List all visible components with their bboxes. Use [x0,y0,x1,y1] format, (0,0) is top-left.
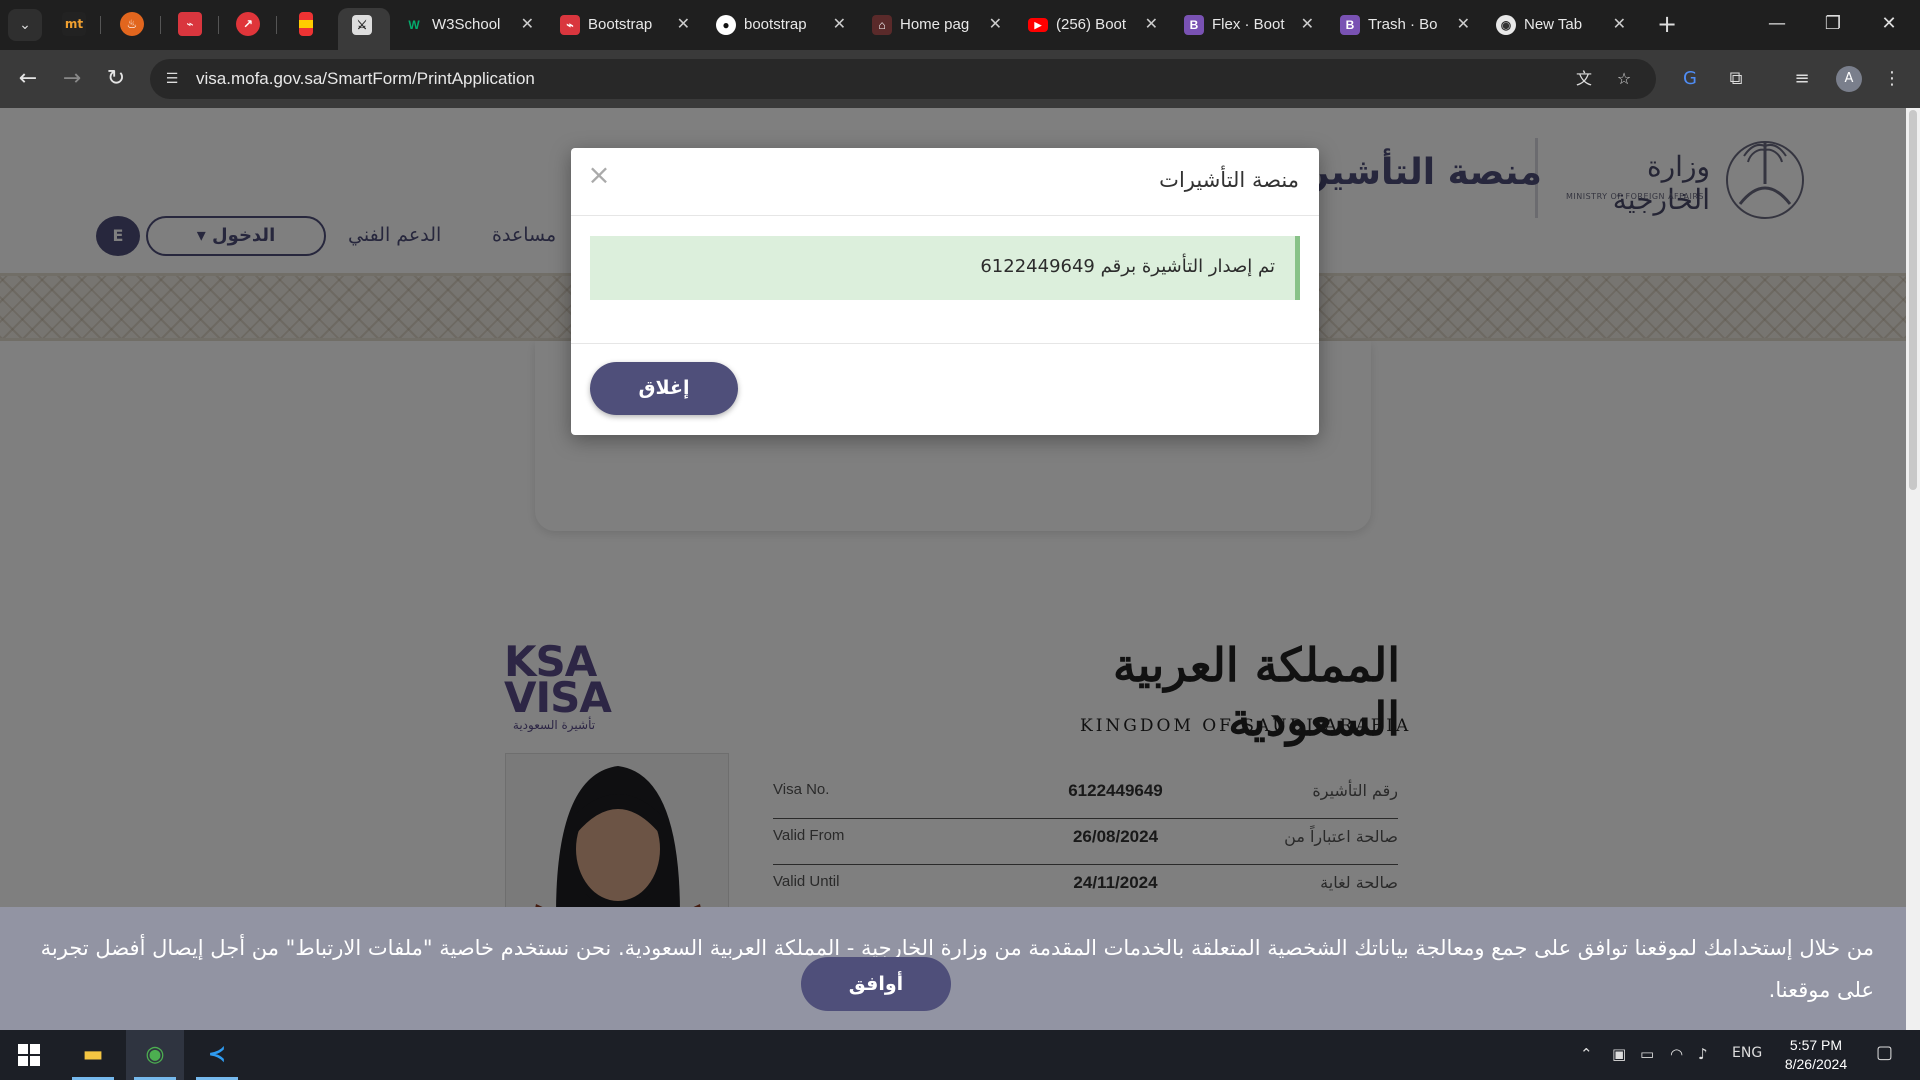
chrome-icon: ◉ [1496,15,1516,35]
home-icon: ⌂ [872,15,892,35]
minimize-icon[interactable]: — [1754,8,1800,40]
pinned-tab-pdf[interactable]: ⌁ [178,12,202,36]
kebab-menu-icon[interactable]: ⋮ [1876,63,1908,95]
tab-bootstrap-pdf[interactable]: ⌁ Bootstrap ✕ [550,8,700,42]
clock-date: 8/26/2024 [1784,1056,1848,1072]
tab-flex-bootstrap[interactable]: B Flex · Boot ✕ [1174,8,1324,42]
tab-youtube[interactable]: ▶ (256) Boot ✕ [1018,8,1168,42]
address-bar[interactable]: ☰ visa.mofa.gov.sa/SmartForm/PrintApplic… [150,59,1656,99]
tab-label: Trash · Bo [1368,16,1438,33]
url-text[interactable]: visa.mofa.gov.sa/SmartForm/PrintApplicat… [196,69,535,89]
back-arrow-icon[interactable]: ← [12,63,44,95]
new-tab-plus-icon[interactable]: + [1652,9,1682,39]
tab-home[interactable]: ⌂ Home pag ✕ [862,8,1012,42]
vscode-icon: ≺ [207,1042,227,1067]
tab-label: Bootstrap [588,16,653,33]
media-controls-icon[interactable]: ≡ [1786,63,1818,95]
modal-close-button[interactable]: إغلاق [590,362,738,415]
notifications-icon[interactable]: ▢ [1876,1042,1893,1063]
success-message: تم إصدار التأشيرة برقم 6122449649 [980,256,1275,277]
github-icon: ● [716,15,736,35]
tab-label: W3School [432,16,501,33]
pinned-tab-mt[interactable]: mt [62,12,86,36]
folder-icon: ▬ [82,1042,104,1067]
flame-icon: ♨ [126,17,138,31]
forward-arrow-icon[interactable]: → [56,63,88,95]
page-viewport: وزارة الخارجية MINISTRY OF FOREIGN AFFAI… [0,108,1920,1030]
input-language-indicator[interactable]: ENG [1732,1045,1762,1061]
cookie-consent-bar: من خلال إستخدامك لموقعنا توافق على جمع و… [0,907,1906,1030]
chrome-taskbar-icon[interactable]: ◉ [126,1030,184,1080]
mofa-favicon-icon: ⚔ [352,15,372,35]
w3schools-icon: W [408,18,420,32]
modal-close-icon[interactable]: × [587,158,611,191]
tab-label: Flex · Boot [1212,16,1285,33]
tab-label: Home pag [900,16,970,33]
tab-separator [218,16,219,34]
success-alert: تم إصدار التأشيرة برقم 6122449649 [590,236,1300,300]
show-hidden-icons-chevron-icon[interactable]: ⌃ [1580,1045,1593,1063]
google-translate-extension-icon[interactable]: G [1674,63,1706,95]
tab-separator [276,16,277,34]
youtube-icon: ▶ [1028,18,1048,32]
wifi-icon[interactable]: ◠ [1670,1045,1683,1063]
vscode-taskbar-icon[interactable]: ≺ [188,1030,246,1080]
windows-taskbar: ▬ ◉ ≺ ⌃ ▣ ▭ ◠ ♪ ENG 5:57 PM 8/26/2024 ▢ [0,1030,1920,1080]
tab-close-icon[interactable]: ✕ [989,14,1002,34]
tab-search-button[interactable]: ⌄ [8,9,42,41]
site-info-icon[interactable]: ☰ [160,67,184,91]
tab-new-tab[interactable]: ◉ New Tab ✕ [1486,8,1636,42]
bootstrap-red-icon: ⌁ [560,15,580,35]
modal-header: منصة التأشيرات × [571,148,1319,216]
reload-icon[interactable]: ↻ [100,63,132,95]
tab-github[interactable]: ● bootstrap ✕ [706,8,856,42]
tab-separator [160,16,161,34]
tab-close-icon[interactable]: ✕ [677,14,690,34]
tab-close-icon[interactable]: ✕ [1145,14,1158,34]
browser-toolbar: ← → ↻ ☰ visa.mofa.gov.sa/SmartForm/Print… [0,50,1920,108]
tab-close-icon[interactable]: ✕ [521,14,534,34]
taskbar-clock[interactable]: 5:57 PM 8/26/2024 [1770,1036,1862,1074]
restore-icon[interactable]: ❐ [1810,8,1856,40]
volume-icon[interactable]: ♪ [1698,1045,1708,1063]
tab-trash-bootstrap[interactable]: B Trash · Bo ✕ [1330,8,1480,42]
tab-w3schools[interactable]: W W3School ✕ [394,8,544,42]
tab-close-icon[interactable]: ✕ [1613,14,1626,34]
pinned-tab-flag[interactable] [299,12,313,36]
scrollbar-thumb[interactable] [1909,110,1917,490]
visa-issued-modal: منصة التأشيرات × تم إصدار التأشيرة برقم … [571,148,1319,435]
clock-time: 5:57 PM [1789,1037,1843,1053]
tab-close-icon[interactable]: ✕ [1457,14,1470,34]
mt-icon: mt [64,17,84,31]
camera-icon[interactable]: ▣ [1612,1045,1626,1063]
page-scrollbar[interactable] [1906,108,1920,1030]
battery-icon[interactable]: ▭ [1640,1045,1654,1063]
chrome-icon: ◉ [145,1042,165,1067]
window-close-icon[interactable]: ✕ [1866,8,1912,40]
browser-tab-strip: ⌄ mt ♨ ⌁ ↗ ⚔ W W3School ✕ ⌁ Bootstrap ✕ … [0,0,1920,50]
modal-footer: إغلاق [571,343,1319,435]
tab-label: bootstrap [744,16,807,33]
profile-avatar[interactable]: A [1836,66,1862,92]
pdf-icon: ⌁ [186,17,194,31]
windows-logo-icon [18,1044,40,1066]
cookie-accept-button[interactable]: أوافق [801,957,951,1011]
pinned-tab-flame[interactable]: ♨ [120,12,144,36]
tab-close-icon[interactable]: ✕ [1301,14,1314,34]
tab-separator [100,16,101,34]
tab-active-mofa[interactable]: ⚔ [338,8,390,50]
extensions-puzzle-icon[interactable]: ⧉ [1720,63,1752,95]
translate-icon[interactable]: 文 [1572,67,1596,91]
windows-start-icon[interactable] [0,1030,58,1080]
tab-label: (256) Boot [1056,16,1127,33]
bookmark-star-icon[interactable]: ☆ [1612,67,1636,91]
pinned-tab-red[interactable]: ↗ [236,12,260,36]
tab-label: New Tab [1524,16,1583,33]
arrow-icon: ↗ [242,17,254,31]
bootstrap-icon: B [1184,15,1204,35]
modal-title: منصة التأشيرات [1159,168,1299,192]
file-explorer-icon[interactable]: ▬ [64,1030,122,1080]
tab-close-icon[interactable]: ✕ [833,14,846,34]
bootstrap-icon: B [1340,15,1360,35]
